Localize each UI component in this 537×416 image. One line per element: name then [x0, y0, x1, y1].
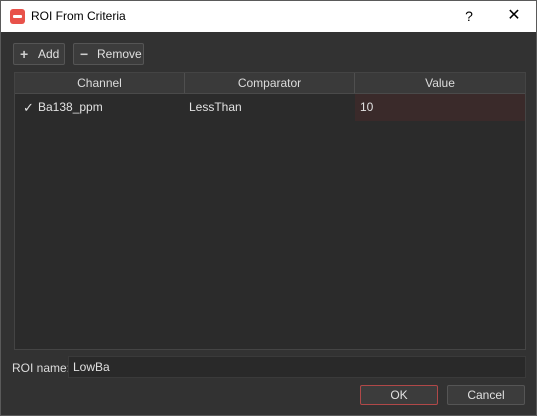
table-row[interactable]: ✓ Ba138_ppm LessThan 10 — [15, 94, 525, 121]
window-title: ROI From Criteria — [31, 9, 126, 23]
add-button-label: Add — [38, 47, 60, 61]
column-header-comparator[interactable]: Comparator — [185, 73, 355, 93]
comparator-cell[interactable]: LessThan — [189, 94, 349, 121]
roi-name-input[interactable] — [68, 356, 526, 378]
table-header: Channel Comparator Value — [15, 73, 525, 94]
column-header-value[interactable]: Value — [355, 73, 525, 93]
plus-icon: + — [20, 46, 29, 62]
criteria-table[interactable]: Channel Comparator Value ✓ Ba138_ppm Les… — [14, 72, 526, 350]
column-header-channel[interactable]: Channel — [15, 73, 185, 93]
ok-button[interactable]: OK — [360, 385, 438, 405]
remove-button[interactable]: − Remove — [73, 43, 144, 65]
value-cell[interactable]: 10 — [355, 94, 525, 121]
close-button[interactable]: ✕ — [504, 6, 524, 26]
cancel-button[interactable]: Cancel — [447, 385, 525, 405]
remove-button-label: Remove — [97, 47, 142, 61]
add-button[interactable]: + Add — [13, 43, 65, 65]
checkmark-icon: ✓ — [23, 100, 34, 115]
title-bar: ROI From Criteria ? ✕ — [1, 1, 536, 32]
app-icon — [10, 9, 25, 24]
minus-icon: − — [80, 46, 89, 62]
roi-name-label: ROI name: — [12, 361, 71, 375]
dialog-window: ROI From Criteria ? ✕ + Add − Remove Cha… — [0, 0, 537, 416]
channel-cell[interactable]: Ba138_ppm — [38, 94, 188, 121]
help-button[interactable]: ? — [459, 6, 479, 26]
